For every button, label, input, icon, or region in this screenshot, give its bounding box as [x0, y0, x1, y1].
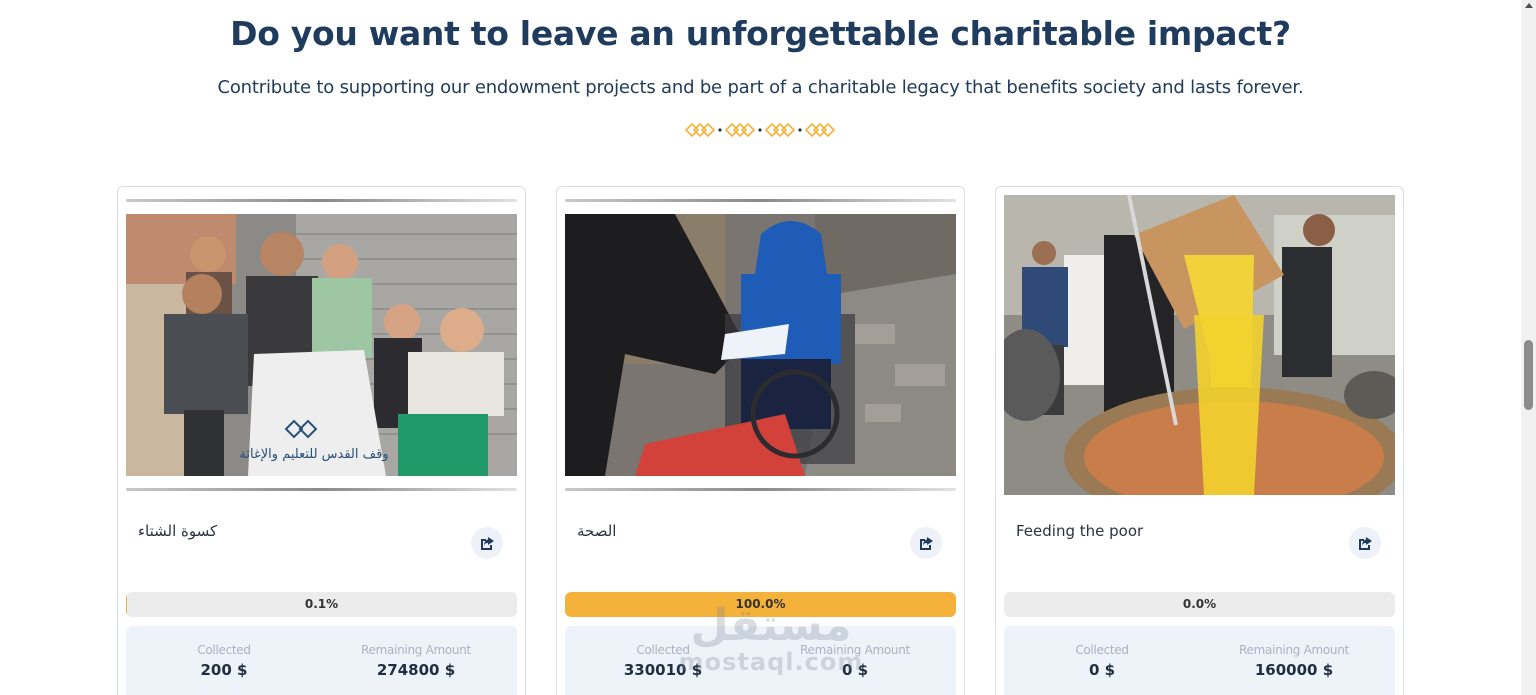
remaining-label: Remaining Amount: [361, 643, 471, 657]
project-card-feeding-the-poor[interactable]: Feeding the poor 0.0% Collected 0 $ Rema…: [995, 186, 1404, 695]
watermark-logo-text: مستقل: [690, 600, 852, 651]
watermark: مستقل mostaql.com: [676, 600, 866, 680]
progress-label: 0.0%: [1182, 597, 1217, 611]
share-icon: [1359, 537, 1372, 550]
page: Do you want to leave an unforgettable ch…: [0, 0, 1521, 695]
share-button[interactable]: [910, 527, 942, 559]
scroll-up-arrow-icon[interactable]: [1525, 3, 1533, 8]
remaining-stat: Remaining Amount 274800 $: [326, 643, 506, 679]
diamond-chain-ornament-icon: [684, 122, 836, 138]
photo-frame-top: [565, 199, 956, 202]
project-title: الصحة: [577, 522, 617, 540]
photo-frame-bottom: [565, 488, 956, 491]
funding-progress-bar: 0.0%: [1004, 592, 1395, 617]
section-title: Do you want to leave an unforgettable ch…: [230, 14, 1291, 53]
share-button[interactable]: [1349, 527, 1381, 559]
photo-frame-bottom: [126, 488, 517, 491]
project-card-winter-clothing[interactable]: وقف القدس للتعليم والإغاثة كسوة الشتاء 0…: [117, 186, 526, 695]
vertical-scrollbar[interactable]: [1521, 0, 1536, 695]
image-banner-text: وقف القدس للتعليم والإغاثة: [239, 447, 388, 462]
collected-value: 200 $: [200, 661, 248, 679]
remaining-value: 160000 $: [1254, 661, 1334, 679]
progress-label: 0.1%: [304, 597, 339, 611]
share-icon: [481, 537, 494, 550]
collected-label: Collected: [197, 643, 251, 657]
project-image-cooking-pot[interactable]: [1004, 195, 1395, 495]
share-icon: [920, 537, 933, 550]
project-title: كسوة الشتاء: [138, 522, 218, 540]
project-image-wheelchair-boy[interactable]: [565, 214, 956, 476]
remaining-stat: Remaining Amount 160000 $: [1204, 643, 1384, 679]
funding-stats: Collected 0 $ Remaining Amount 160000 $: [1004, 626, 1395, 695]
collected-label: Collected: [1075, 643, 1129, 657]
project-image-children[interactable]: وقف القدس للتعليم والإغاثة: [126, 214, 517, 476]
collected-value: 0 $: [1088, 661, 1116, 679]
project-title: Feeding the poor: [1016, 522, 1144, 540]
funding-progress-bar: 0.1%: [126, 592, 517, 617]
share-button[interactable]: [471, 527, 503, 559]
collected-stat: Collected 200 $: [134, 643, 314, 679]
remaining-value: 274800 $: [376, 661, 456, 679]
scrollbar-thumb[interactable]: [1524, 340, 1533, 410]
section-subtitle: Contribute to supporting our endowment p…: [217, 77, 1304, 98]
collected-stat: Collected 0 $: [1012, 643, 1192, 679]
watermark-domain: mostaql.com: [678, 648, 864, 676]
photo-frame-top: [126, 199, 517, 202]
remaining-label: Remaining Amount: [1239, 643, 1349, 657]
funding-stats: Collected 200 $ Remaining Amount 274800 …: [126, 626, 517, 695]
